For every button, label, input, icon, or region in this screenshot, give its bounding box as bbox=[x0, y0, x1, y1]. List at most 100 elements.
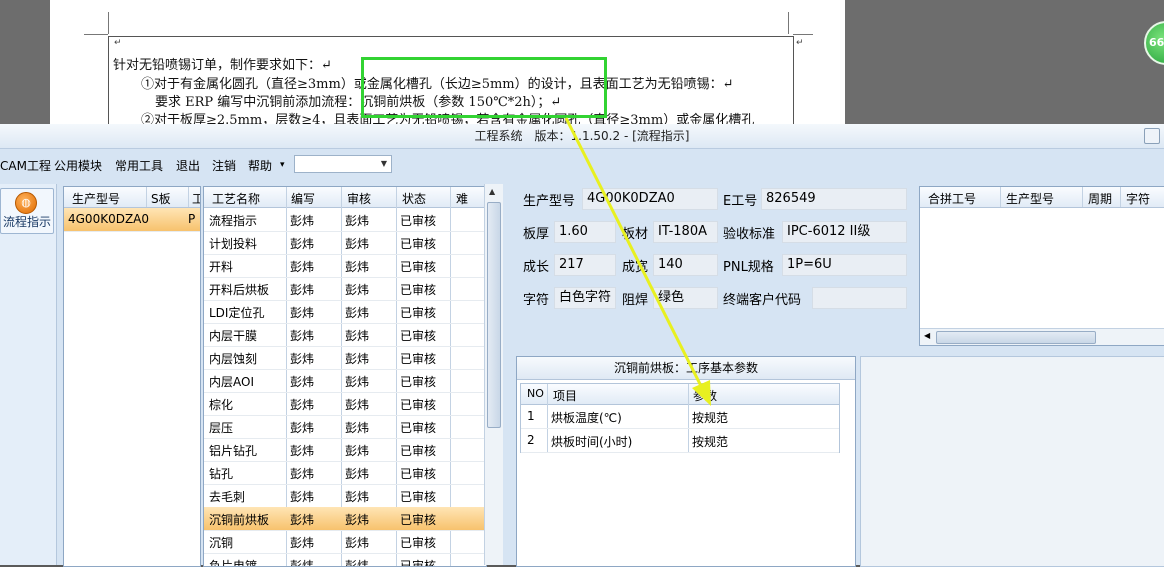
green-badge[interactable]: 66 bbox=[1144, 21, 1164, 65]
chevron-down-icon: ▼ bbox=[380, 159, 387, 168]
app-window: 工程系统 版本：1.1.50.2 - [流程指示] CAM工程 公用模块 常用工… bbox=[0, 124, 1164, 567]
table-row[interactable]: 沉铜前烘板 彭炜 彭炜 已审核 bbox=[204, 507, 486, 531]
col-header[interactable]: 状态 bbox=[402, 190, 426, 207]
table-row[interactable]: 去毛刺 彭炜 彭炜 已审核 bbox=[204, 484, 486, 508]
thickness-field[interactable]: 1.60 bbox=[554, 221, 616, 243]
merge-grid: 合拼工号 生产型号 周期 字符 ◀ bbox=[919, 186, 1164, 346]
col-header[interactable]: 工 bbox=[192, 190, 200, 207]
col-header[interactable]: 生产型号 bbox=[72, 190, 120, 207]
scroll-thumb[interactable] bbox=[487, 202, 501, 428]
material-field[interactable]: IT-180A bbox=[653, 221, 718, 243]
scroll-up-icon[interactable]: ▲ bbox=[489, 187, 495, 196]
col-header[interactable]: 合拼工号 bbox=[928, 190, 976, 207]
status-cell: 已审核 bbox=[400, 283, 437, 297]
table-row[interactable]: 内层AOI 彭炜 彭炜 已审核 bbox=[204, 369, 486, 393]
scroll-left-icon[interactable]: ◀ bbox=[924, 331, 930, 340]
character-label: 字符 bbox=[523, 293, 550, 308]
width-field[interactable]: 140 bbox=[653, 254, 718, 276]
table-row[interactable]: 沉铜 彭炜 彭炜 已审核 bbox=[204, 530, 486, 554]
material-label: 板材 bbox=[622, 227, 649, 242]
table-row[interactable]: 钻孔 彭炜 彭炜 已审核 bbox=[204, 461, 486, 485]
length-field[interactable]: 217 bbox=[554, 254, 616, 276]
chevron-down-icon[interactable]: ▾ bbox=[280, 160, 285, 170]
process-name-cell: 层压 bbox=[209, 421, 234, 435]
menu-tools[interactable]: 常用工具 bbox=[115, 157, 163, 174]
col-header[interactable]: 生产型号 bbox=[1006, 190, 1054, 207]
nav-item-label: 流程指示 bbox=[2, 215, 51, 229]
process-grid-header: 工艺名称 编写 审核 状态 难 bbox=[204, 187, 486, 208]
col-header[interactable]: 工艺名称 bbox=[212, 190, 260, 207]
table-row[interactable]: 开料后烘板 彭炜 彭炜 已审核 bbox=[204, 277, 486, 301]
table-row[interactable]: 棕化 彭炜 彭炜 已审核 bbox=[204, 392, 486, 416]
process-name-cell: LDI定位孔 bbox=[209, 306, 265, 320]
param-item: 烘板时间(小时) bbox=[551, 435, 633, 449]
nav-item-process-instruction[interactable]: ◍ 流程指示 bbox=[0, 188, 54, 234]
pnl-field[interactable]: 1P=6U bbox=[782, 254, 907, 276]
status-cell: 已审核 bbox=[400, 398, 437, 412]
menu-combo[interactable]: ▼ bbox=[294, 155, 392, 173]
param-value: 按规范 bbox=[692, 435, 729, 449]
e-no-field[interactable]: 826549 bbox=[761, 188, 907, 210]
writer-cell: 彭炜 bbox=[290, 375, 315, 389]
status-cell: 已审核 bbox=[400, 260, 437, 274]
table-row[interactable]: 层压 彭炜 彭炜 已审核 bbox=[204, 415, 486, 439]
param-panel: 沉铜前烘板：工序基本参数 NO 项目 参数 1 烘板温度(℃) 按规范 2 烘板… bbox=[516, 356, 856, 567]
process-grid-scrollbar[interactable]: ▲ bbox=[484, 184, 503, 565]
table-row[interactable]: 内层蚀刻 彭炜 彭炜 已审核 bbox=[204, 346, 486, 370]
crop-mark bbox=[108, 12, 109, 34]
process-name-cell: 流程指示 bbox=[209, 214, 258, 228]
model-field[interactable]: 4G00K0DZA0 bbox=[582, 188, 718, 210]
menu-logout[interactable]: 注销 bbox=[212, 157, 236, 174]
standard-field[interactable]: IPC-6012 II级 bbox=[782, 221, 907, 243]
col-header[interactable]: 难 bbox=[456, 190, 468, 207]
reviewer-cell: 彭炜 bbox=[345, 214, 370, 228]
param-no: 2 bbox=[527, 433, 535, 447]
col-header[interactable]: 项目 bbox=[553, 387, 577, 404]
writer-cell: 彭炜 bbox=[290, 536, 315, 550]
col-header[interactable]: S板 bbox=[151, 190, 171, 207]
table-row[interactable]: LDI定位孔 彭炜 彭炜 已审核 bbox=[204, 300, 486, 324]
merge-grid-header: 合拼工号 生产型号 周期 字符 bbox=[920, 187, 1164, 208]
doc-line-1: 针对无铅喷锡订单，制作要求如下：↵ bbox=[113, 58, 332, 73]
window-titlebar: 工程系统 版本：1.1.50.2 - [流程指示] bbox=[0, 124, 1164, 149]
table-row[interactable]: 1 烘板温度(℃) 按规范 bbox=[521, 405, 839, 429]
param-no: 1 bbox=[527, 409, 535, 423]
width-label: 成宽 bbox=[622, 260, 649, 275]
process-name-cell: 内层AOI bbox=[209, 375, 254, 389]
merge-grid-scrollbar[interactable]: ◀ bbox=[920, 328, 1164, 345]
table-row[interactable]: 铝片钻孔 彭炜 彭炜 已审核 bbox=[204, 438, 486, 462]
col-header[interactable]: 字符 bbox=[1126, 190, 1150, 207]
menu-exit[interactable]: 退出 bbox=[176, 157, 200, 174]
character-field[interactable]: 白色字符 bbox=[554, 287, 616, 309]
thickness-label: 板厚 bbox=[523, 227, 550, 242]
table-row[interactable]: 4G00K0DZA0 P bbox=[64, 208, 200, 232]
scroll-thumb[interactable] bbox=[936, 331, 1096, 344]
table-row[interactable]: 2 烘板时间(小时) 按规范 bbox=[521, 429, 839, 453]
table-row[interactable]: 开料 彭炜 彭炜 已审核 bbox=[204, 254, 486, 278]
writer-cell: 彭炜 bbox=[290, 490, 315, 504]
reviewer-cell: 彭炜 bbox=[345, 237, 370, 251]
menu-help[interactable]: 帮助 bbox=[248, 157, 272, 174]
para-mark: ↵ bbox=[114, 38, 122, 48]
soldermask-field[interactable]: 绿色 bbox=[653, 287, 718, 309]
col-header[interactable]: NO bbox=[527, 387, 544, 400]
model-grid-header: 生产型号 S板 工 bbox=[64, 187, 200, 208]
menu-bar: CAM工程 公用模块 常用工具 退出 注销 帮助 ▾ ▼ bbox=[0, 152, 1164, 176]
process-name-cell: 开料 bbox=[209, 260, 234, 274]
customer-code-field[interactable] bbox=[812, 287, 907, 309]
col-header[interactable]: 周期 bbox=[1088, 190, 1112, 207]
menu-common-module[interactable]: 公用模块 bbox=[54, 157, 102, 174]
e-no-label: E工号 bbox=[723, 194, 758, 209]
table-row[interactable]: 计划投料 彭炜 彭炜 已审核 bbox=[204, 231, 486, 255]
col-header[interactable]: 审核 bbox=[347, 190, 371, 207]
menu-cam[interactable]: CAM工程 bbox=[0, 157, 51, 174]
col-header[interactable]: 参数 bbox=[693, 387, 717, 404]
process-grid: 工艺名称 编写 审核 状态 难 流程指示 彭炜 彭炜 已审核 计划投料 彭炜 彭炜 已审核 开料… bbox=[203, 186, 487, 567]
status-cell: 已审核 bbox=[400, 536, 437, 550]
table-row[interactable]: 流程指示 彭炜 彭炜 已审核 bbox=[204, 208, 486, 232]
status-cell: 已审核 bbox=[400, 559, 437, 567]
col-header[interactable]: 编写 bbox=[291, 190, 315, 207]
reviewer-cell: 彭炜 bbox=[345, 398, 370, 412]
table-row[interactable]: 内层干膜 彭炜 彭炜 已审核 bbox=[204, 323, 486, 347]
minimize-button[interactable] bbox=[1144, 128, 1160, 144]
